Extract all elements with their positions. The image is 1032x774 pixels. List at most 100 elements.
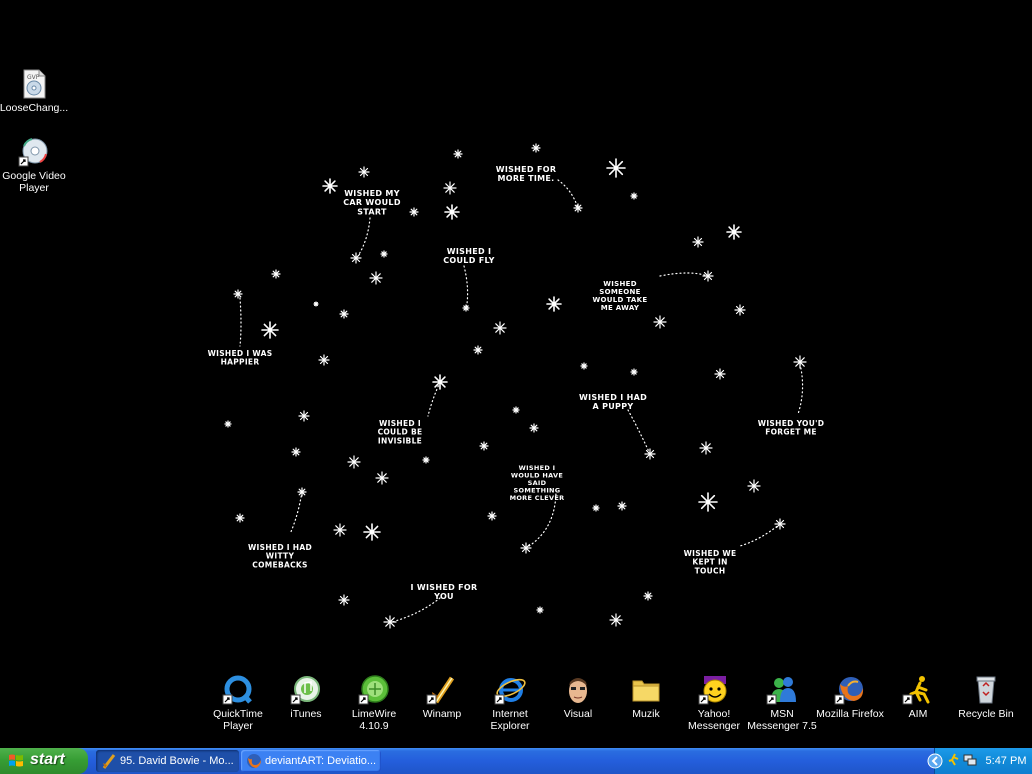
star bbox=[318, 354, 330, 366]
wish-text: WISHED MY CAR WOULD START bbox=[343, 189, 401, 216]
star bbox=[536, 606, 544, 614]
desktop-icon-internet-explorer[interactable]: Internet Explorer bbox=[473, 674, 547, 732]
desktop-icon-firefox[interactable]: Mozilla Firefox bbox=[813, 674, 887, 720]
aim-icon bbox=[902, 674, 934, 706]
desktop-icon-winamp[interactable]: Winamp bbox=[405, 674, 479, 720]
wish-text: WISHED YOU'D FORGET ME bbox=[758, 419, 824, 437]
star bbox=[653, 315, 667, 329]
google-video-icon bbox=[18, 136, 50, 168]
star bbox=[698, 492, 718, 512]
star bbox=[573, 203, 583, 213]
taskbar: start 95. David Bowie - Mo... deviantART… bbox=[0, 748, 1032, 774]
star bbox=[291, 447, 301, 457]
winamp-icon bbox=[102, 754, 116, 769]
network-icon[interactable] bbox=[963, 753, 977, 767]
start-button[interactable]: start bbox=[0, 748, 88, 774]
star bbox=[592, 504, 600, 512]
star bbox=[453, 149, 463, 159]
star bbox=[313, 301, 319, 307]
desktop-icon-label: Internet Explorer bbox=[490, 708, 530, 732]
star bbox=[734, 304, 746, 316]
star bbox=[630, 192, 638, 200]
star bbox=[630, 368, 638, 376]
star bbox=[224, 420, 232, 428]
yahoo-messenger-icon bbox=[698, 674, 730, 706]
desktop-icon-label: MSN Messenger 7.5 bbox=[747, 708, 817, 732]
star bbox=[235, 513, 245, 523]
desktop-icon-yahoo-messenger[interactable]: Yahoo! Messenger bbox=[677, 674, 751, 732]
star bbox=[380, 250, 388, 258]
star bbox=[322, 178, 338, 194]
star bbox=[271, 269, 281, 279]
taskbar-button-winamp[interactable]: 95. David Bowie - Mo... bbox=[96, 750, 239, 772]
desktop-icon-aim[interactable]: AIM bbox=[881, 674, 955, 720]
desktop-icon-label: Google Video Player bbox=[2, 170, 66, 194]
desktop-icon-visual[interactable]: Visual bbox=[541, 674, 615, 720]
taskbar-button-firefox[interactable]: deviantART: Deviatio... bbox=[241, 750, 381, 772]
folder-icon bbox=[630, 674, 662, 706]
star bbox=[617, 501, 627, 511]
desktop-icon-recycle-bin[interactable]: Recycle Bin bbox=[949, 674, 1023, 720]
desktop-icon-quicktime[interactable]: QuickTime Player bbox=[201, 674, 275, 732]
star bbox=[699, 441, 713, 455]
star bbox=[793, 355, 807, 369]
star bbox=[422, 456, 430, 464]
star bbox=[298, 410, 310, 422]
internet-explorer-icon bbox=[494, 674, 526, 706]
desktop-icon-label: AIM bbox=[908, 708, 928, 720]
star bbox=[546, 296, 562, 312]
star bbox=[443, 181, 457, 195]
wish-text: WISHED I COULD FLY bbox=[443, 247, 495, 265]
star bbox=[531, 143, 541, 153]
quicktime-icon bbox=[222, 674, 254, 706]
desktop-icon-label: Yahoo! Messenger bbox=[688, 708, 740, 732]
wish-text: WISHED I HAD WITTY COMEBACKS bbox=[248, 543, 312, 569]
aim-tray-icon[interactable] bbox=[947, 753, 961, 767]
start-label: start bbox=[30, 751, 65, 768]
wish-text: WISHED SOMEONE WOULD TAKE ME AWAY bbox=[593, 280, 648, 312]
clock[interactable]: 5:47 PM bbox=[983, 748, 1029, 774]
star bbox=[529, 423, 539, 433]
desktop-icon-label: Winamp bbox=[422, 708, 462, 720]
wallpaper: WISHED MY CAR WOULD START WISHED FOR MORE T… bbox=[208, 143, 824, 629]
star bbox=[233, 289, 243, 299]
desktop-icon-google-video-player[interactable]: Google Video Player bbox=[0, 136, 71, 194]
star bbox=[747, 479, 761, 493]
system-tray: 5:47 PM bbox=[927, 748, 1032, 774]
winamp-icon bbox=[426, 674, 458, 706]
star bbox=[726, 224, 742, 240]
desktop-icon-label: iTunes bbox=[290, 708, 322, 720]
star bbox=[338, 594, 350, 606]
svg-text:GVP: GVP bbox=[27, 74, 40, 81]
star bbox=[339, 309, 349, 319]
wish-text: WISHED I HAD A PUPPY bbox=[579, 393, 647, 411]
star bbox=[473, 345, 483, 355]
star bbox=[609, 613, 623, 627]
firefox-icon bbox=[247, 754, 261, 768]
star bbox=[493, 321, 507, 335]
star bbox=[444, 204, 460, 220]
star bbox=[580, 362, 588, 370]
visual-icon bbox=[562, 674, 594, 706]
star bbox=[692, 236, 704, 248]
msn-messenger-icon bbox=[766, 674, 798, 706]
desktop-icon-label: Mozilla Firefox bbox=[816, 708, 884, 720]
star bbox=[409, 207, 419, 217]
desktop-icon-itunes[interactable]: iTunes bbox=[269, 674, 343, 720]
desktop-icon-msn-messenger[interactable]: MSN Messenger 7.5 bbox=[745, 674, 819, 732]
desktop-icon-muzik[interactable]: Muzik bbox=[609, 674, 683, 720]
desktop-icon-loosechange[interactable]: GVP LooseChang... bbox=[0, 68, 71, 114]
star bbox=[350, 252, 362, 264]
wish-text: I WISHED FOR YOU bbox=[411, 583, 478, 601]
star bbox=[347, 455, 361, 469]
wish-text: WISHED I WAS HAPPIER bbox=[208, 349, 273, 367]
star bbox=[333, 523, 347, 537]
wish-text: WISHED I WOULD HAVE SAID SOMETHING MORE CLEV… bbox=[510, 464, 565, 502]
windows-logo-icon bbox=[9, 754, 23, 767]
star bbox=[358, 166, 370, 178]
wish-text: WISHED WE KEPT IN TOUCH bbox=[684, 549, 737, 575]
desktop-icon-limewire[interactable]: LimeWire 4.10.9 bbox=[337, 674, 411, 732]
desktop[interactable]: WISHED MY CAR WOULD START WISHED FOR MORE T… bbox=[0, 0, 1032, 748]
chevron-left-icon[interactable] bbox=[927, 753, 943, 769]
star bbox=[363, 523, 381, 541]
